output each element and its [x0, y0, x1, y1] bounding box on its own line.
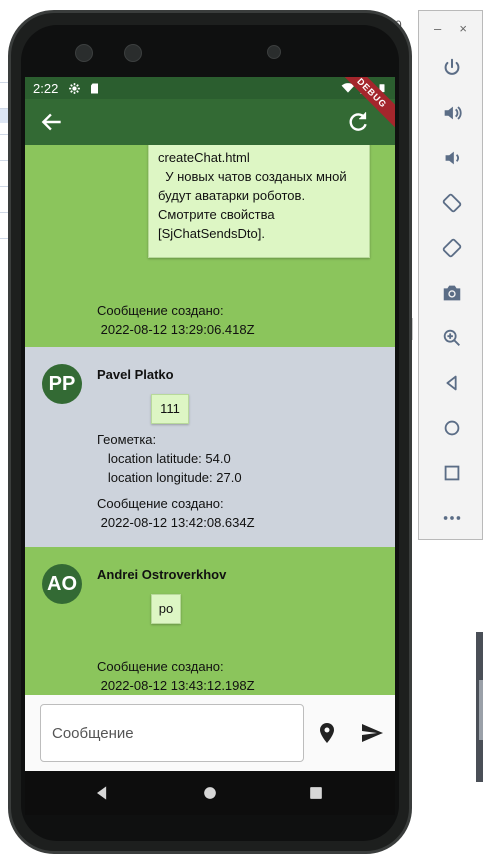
- front-camera: [75, 44, 93, 62]
- created-label: Сообщение создано:: [97, 659, 224, 674]
- created-value: 2022-08-12 13:42:08.634Z: [97, 515, 255, 530]
- power-button[interactable]: [419, 45, 483, 90]
- nav-overview-icon[interactable]: [306, 783, 326, 803]
- front-sensor: [124, 44, 142, 62]
- zoom-button[interactable]: [419, 315, 483, 360]
- message-list[interactable]: createChat.html У новых чатов созданых м…: [25, 145, 395, 695]
- home-icon: [444, 420, 459, 435]
- message-author: Andrei Ostroverkhov: [97, 567, 227, 582]
- avatar: AO: [42, 564, 82, 604]
- volume-up-icon: [444, 105, 462, 120]
- bubble-line: будут аватарки роботов.: [158, 188, 306, 203]
- back-arrow-icon[interactable]: [39, 109, 65, 135]
- volume-up-button[interactable]: [419, 90, 483, 135]
- back-icon: [446, 375, 457, 390]
- power-icon: [444, 58, 459, 75]
- message-item: AO Andrei Ostroverkhov po Сообщение созд…: [25, 547, 395, 695]
- created-label: Сообщение создано:: [97, 303, 224, 318]
- emulator-toolbar: – ×: [418, 10, 483, 540]
- message-bubble: createChat.html У новых чатов созданых м…: [148, 145, 370, 258]
- minimize-button[interactable]: –: [434, 21, 441, 36]
- zoom-icon: [443, 329, 460, 346]
- message-author: Pavel Platko: [97, 367, 174, 382]
- rotate-right-button[interactable]: [419, 225, 483, 270]
- rotate-right-icon: [442, 238, 461, 257]
- message-bubble: po: [151, 594, 181, 624]
- overview-icon: [444, 465, 459, 480]
- location-latitude: location latitude: 54.0: [97, 451, 231, 466]
- camera-icon: [443, 285, 460, 300]
- proximity-sensor: [267, 45, 281, 59]
- phone-screen: 2:22 DEBUG createChat.html У новых чатов…: [25, 77, 395, 771]
- sd-card-icon: [91, 83, 99, 93]
- bubble-line: createChat.html: [158, 150, 250, 165]
- more-button[interactable]: [419, 495, 483, 540]
- send-icon[interactable]: [359, 721, 385, 745]
- close-button[interactable]: ×: [459, 21, 467, 36]
- refresh-icon[interactable]: [345, 109, 371, 135]
- toolbar-window-controls: – ×: [419, 11, 482, 45]
- bubble-line: Смотрите свойства: [158, 207, 275, 222]
- screenshot-button[interactable]: [419, 270, 483, 315]
- emulator-overview-button[interactable]: [419, 450, 483, 495]
- system-nav-bar: [25, 771, 395, 815]
- settings-icon: [69, 82, 81, 94]
- rotate-left-button[interactable]: [419, 180, 483, 225]
- message-input[interactable]: Сообщение: [40, 704, 304, 762]
- app-bar: [25, 99, 395, 145]
- nav-back-icon[interactable]: [92, 783, 112, 803]
- status-bar: 2:22: [25, 77, 395, 99]
- composer-bar: Сообщение: [25, 695, 395, 771]
- location-pin-icon[interactable]: [315, 721, 339, 745]
- geometry-label: Геометка:: [97, 432, 157, 447]
- location-longitude: location longitude: 27.0: [97, 470, 242, 485]
- volume-down-button[interactable]: [419, 135, 483, 180]
- message-bubble: 111: [151, 394, 189, 424]
- message-item: createChat.html У новых чатов созданых м…: [25, 145, 395, 347]
- status-time: 2:22: [33, 80, 59, 96]
- bubble-line: [SjChatSendsDto].: [158, 226, 265, 241]
- bubble-line: У новых чатов созданых мной: [158, 169, 347, 184]
- volume-down-icon: [445, 151, 459, 164]
- desktop-panel-thumb: [479, 680, 483, 740]
- message-item: PP Pavel Platko 111 Геометка: location l…: [25, 347, 395, 547]
- avatar: PP: [42, 364, 82, 404]
- nav-home-icon[interactable]: [200, 783, 220, 803]
- emulator-back-button[interactable]: [419, 360, 483, 405]
- more-icon: [443, 515, 460, 520]
- emulator-home-button[interactable]: [419, 405, 483, 450]
- created-value: 2022-08-12 13:29:06.418Z: [97, 322, 255, 337]
- created-label: Сообщение создано:: [97, 496, 224, 511]
- rotate-left-icon: [442, 193, 461, 212]
- created-value: 2022-08-12 13:43:12.198Z: [97, 678, 255, 693]
